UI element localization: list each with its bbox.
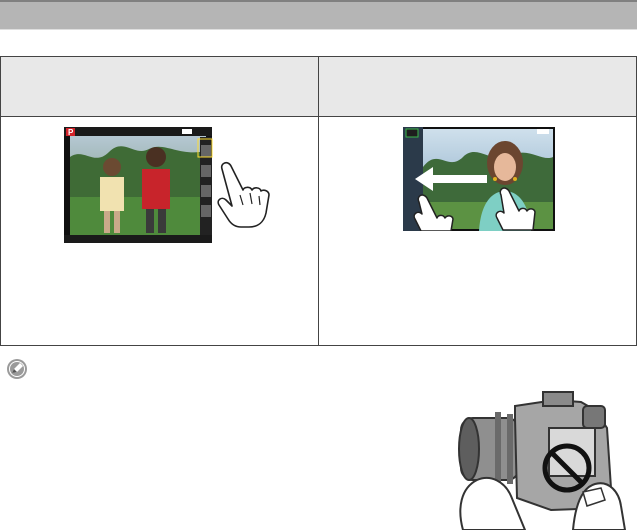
table-cell-touch: P [0,116,319,346]
svg-text:P: P [68,128,74,137]
table-header-touch [0,56,319,117]
camera-lcd-slide-gesture-photo [403,127,555,231]
section-header-bar [0,0,637,30]
camera-do-not-touch-lens-icon [458,391,627,530]
table-header-row [0,56,637,117]
note-pencil-icon [7,359,27,379]
section-header-divider [0,29,637,30]
table-cell-slide [318,116,637,346]
table-row: P [0,116,637,346]
camera-lcd-touch-gesture-photo: P [64,127,270,243]
table-header-slide [318,56,637,117]
gesture-table: P [0,56,637,346]
